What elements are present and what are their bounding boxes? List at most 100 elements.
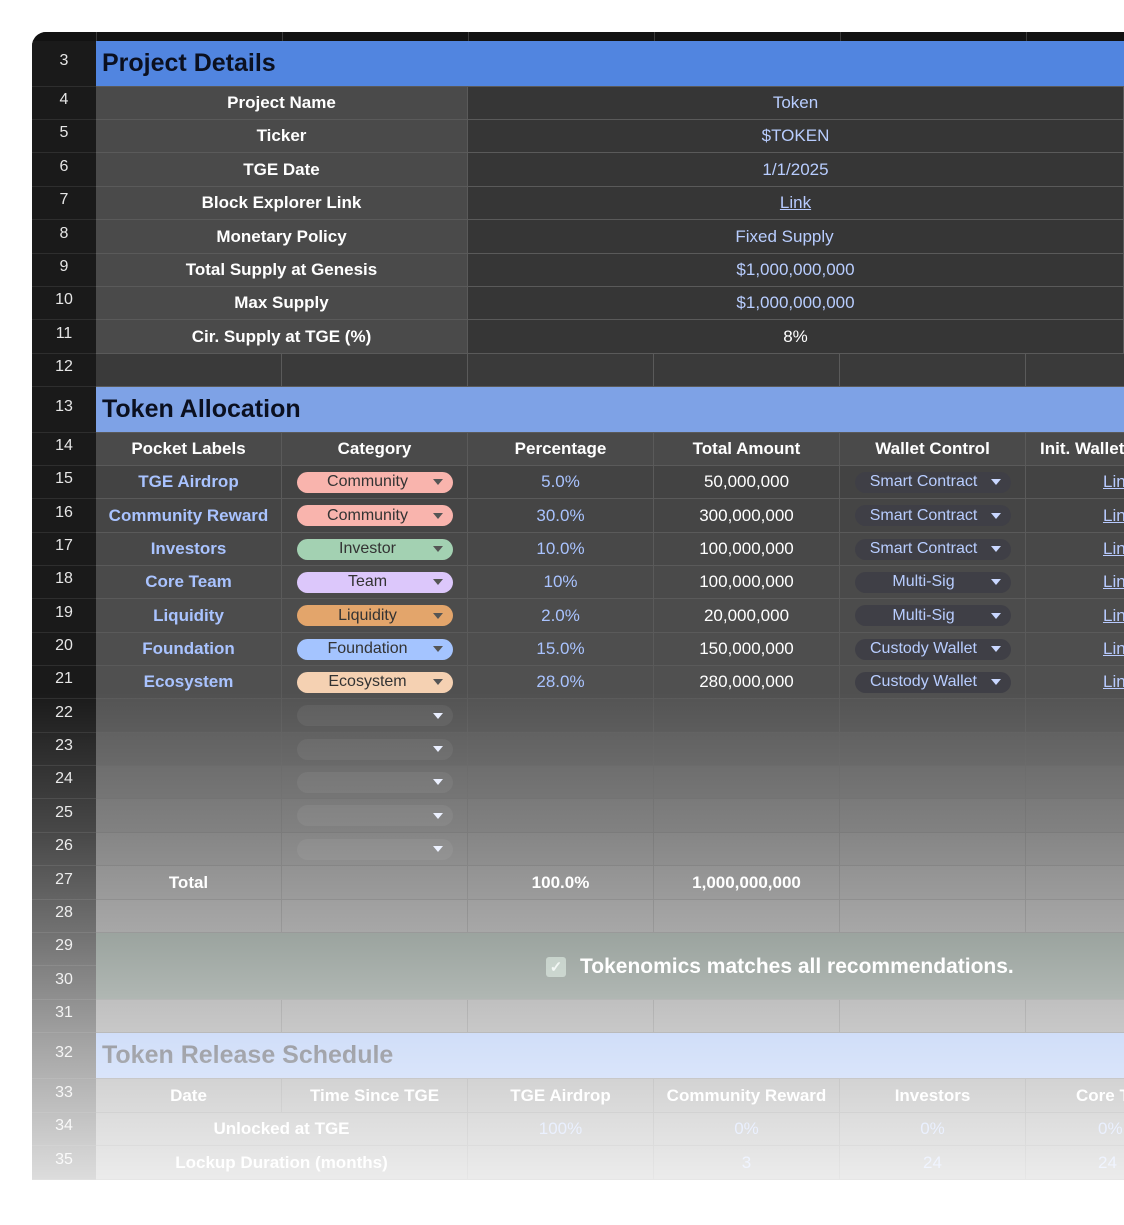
schedule-value-cell[interactable]: 24 — [840, 1146, 1026, 1180]
wallet-link[interactable]: Link — [1103, 506, 1124, 526]
chevron-down-icon[interactable] — [990, 612, 1001, 619]
row-number[interactable]: 21 — [32, 666, 96, 699]
chevron-down-icon[interactable] — [990, 646, 1001, 652]
grid-cell[interactable] — [840, 699, 1026, 733]
chevron-down-icon[interactable] — [990, 579, 1001, 585]
category-cell[interactable]: Community — [282, 466, 468, 499]
grid-cell[interactable] — [468, 1000, 654, 1033]
row-number[interactable]: 18 — [32, 566, 96, 599]
row-number[interactable]: 4 — [32, 87, 96, 120]
amount-cell[interactable]: 20,000,000 — [654, 599, 840, 633]
category-dropdown[interactable] — [296, 771, 453, 793]
explorer-link[interactable]: Link — [780, 193, 811, 213]
category-dropdown[interactable]: Team — [296, 571, 453, 593]
category-cell[interactable]: Ecosystem — [282, 666, 468, 699]
row-number[interactable]: 31 — [32, 1000, 96, 1033]
schedule-value-cell[interactable]: 24 — [1026, 1146, 1124, 1180]
category-dropdown[interactable] — [296, 838, 453, 860]
total-cell[interactable] — [1026, 866, 1124, 900]
detail-value[interactable]: $1,000,000,000 — [468, 254, 1124, 287]
detail-value[interactable]: Fixed Supply — [468, 220, 1124, 254]
grid-cell[interactable] — [468, 354, 654, 387]
chevron-down-icon[interactable] — [432, 812, 443, 819]
token-allocation-header[interactable]: Token Allocation — [96, 387, 1124, 433]
grid-cell[interactable] — [96, 699, 282, 733]
grid-cell[interactable] — [840, 1000, 1026, 1033]
schedule-row-label[interactable]: Lockup Duration (months) — [96, 1146, 468, 1180]
grid-cell[interactable] — [96, 900, 282, 933]
grid-cell[interactable] — [654, 699, 840, 733]
row-number[interactable]: 3 — [32, 41, 96, 87]
release-schedule-header[interactable]: Token Release Schedule — [96, 1033, 1124, 1079]
grid-cell[interactable] — [468, 900, 654, 933]
schedule-column-header[interactable]: Date — [96, 1079, 282, 1113]
row-number[interactable]: 30 — [32, 966, 96, 1000]
init-wallet-cell[interactable]: Link — [1026, 499, 1124, 533]
total-cell[interactable] — [840, 866, 1026, 900]
schedule-row-label[interactable]: Unlocked at TGE — [96, 1113, 468, 1146]
init-wallet-cell[interactable]: Link — [1026, 599, 1124, 633]
wallet-control-dropdown[interactable]: Smart Contract — [854, 505, 1011, 526]
wallet-control-cell[interactable]: Multi-Sig — [840, 599, 1026, 633]
grid-cell[interactable] — [468, 733, 654, 766]
amount-cell[interactable]: 100,000,000 — [654, 566, 840, 599]
row-number[interactable]: 24 — [32, 766, 96, 799]
wallet-control-dropdown[interactable]: Smart Contract — [854, 471, 1011, 493]
grid-cell[interactable] — [468, 699, 654, 733]
row-number[interactable]: 19 — [32, 599, 96, 633]
category-cell[interactable]: Community — [282, 499, 468, 533]
pocket-label[interactable]: Liquidity — [96, 599, 282, 633]
row-number[interactable]: 7 — [32, 187, 96, 220]
chevron-down-icon[interactable] — [432, 579, 443, 585]
wallet-control-cell[interactable]: Custody Wallet — [840, 666, 1026, 699]
amount-cell[interactable]: 100,000,000 — [654, 533, 840, 566]
row-number[interactable]: 28 — [32, 900, 96, 933]
wallet-control-cell[interactable]: Smart Contract — [840, 533, 1026, 566]
total-cell[interactable]: 1,000,000,000 — [654, 866, 840, 900]
chevron-down-icon[interactable] — [432, 779, 443, 785]
percentage-cell[interactable]: 2.0% — [468, 599, 654, 633]
category-dropdown[interactable]: Liquidity — [296, 605, 453, 626]
category-cell[interactable]: Foundation — [282, 633, 468, 666]
grid-cell[interactable] — [96, 766, 282, 799]
project-details-header[interactable]: Project Details — [96, 41, 1124, 87]
row-number[interactable]: 25 — [32, 799, 96, 833]
column-header[interactable]: Total Amount — [654, 433, 840, 466]
schedule-value-cell[interactable]: 0% — [840, 1113, 1026, 1146]
row-number[interactable]: 12 — [32, 354, 96, 387]
wallet-link[interactable]: Link — [1103, 472, 1124, 492]
pocket-label[interactable]: TGE Airdrop — [96, 466, 282, 499]
wallet-link[interactable]: Link — [1103, 672, 1124, 692]
schedule-value-cell[interactable]: 3 — [654, 1146, 840, 1180]
detail-value[interactable]: 8% — [468, 320, 1124, 354]
row-number[interactable]: 34 — [32, 1113, 96, 1146]
row-number[interactable]: 32 — [32, 1033, 96, 1079]
grid-cell[interactable] — [282, 1000, 468, 1033]
schedule-column-header[interactable]: Time Since TGE — [282, 1079, 468, 1113]
chevron-down-icon[interactable] — [432, 512, 443, 519]
grid-cell[interactable] — [96, 733, 282, 766]
grid-cell[interactable] — [840, 766, 1026, 799]
row-number[interactable]: 5 — [32, 120, 96, 153]
row-number[interactable]: 11 — [32, 320, 96, 354]
grid-cell[interactable] — [840, 799, 1026, 833]
row-number[interactable]: 33 — [32, 1079, 96, 1113]
grid-cell[interactable] — [282, 766, 468, 799]
schedule-value-cell[interactable]: 0% — [1026, 1113, 1124, 1146]
chevron-down-icon[interactable] — [990, 546, 1001, 552]
detail-value[interactable]: Link — [468, 187, 1124, 220]
detail-value[interactable]: 1/1/2025 — [468, 153, 1124, 187]
category-dropdown[interactable]: Ecosystem — [296, 671, 453, 693]
init-wallet-cell[interactable]: Link — [1026, 466, 1124, 499]
row-number[interactable]: 29 — [32, 933, 96, 966]
grid-cell[interactable] — [654, 799, 840, 833]
total-cell[interactable]: Total — [96, 866, 282, 900]
grid-cell[interactable] — [840, 900, 1026, 933]
wallet-control-dropdown[interactable]: Custody Wallet — [854, 638, 1011, 660]
schedule-value-cell[interactable]: 100% — [468, 1113, 654, 1146]
init-wallet-cell[interactable]: Link — [1026, 533, 1124, 566]
grid-cell[interactable] — [654, 733, 840, 766]
category-dropdown[interactable]: Community — [296, 471, 453, 493]
chevron-down-icon[interactable] — [990, 679, 1001, 685]
grid-cell[interactable] — [282, 900, 468, 933]
